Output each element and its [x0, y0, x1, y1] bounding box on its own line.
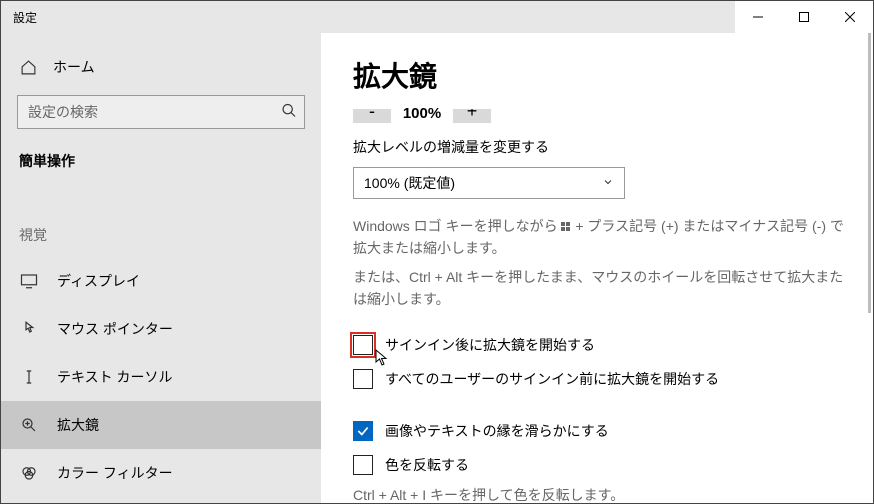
page-title: 拡大鏡: [353, 55, 851, 95]
sidebar-item-mouse-pointer[interactable]: マウス ポインター: [1, 305, 321, 353]
sidebar: ホーム 簡単操作 視覚 ディスプレイ: [1, 33, 321, 503]
check-start-before-signin[interactable]: すべてのユーザーのサインイン前に拡大鏡を開始する: [353, 369, 851, 389]
sidebar-item-label: カラー フィルター: [57, 463, 173, 483]
sidebar-item-text-cursor[interactable]: テキスト カーソル: [1, 353, 321, 401]
checkbox[interactable]: [353, 455, 373, 475]
sidebar-item-label: 拡大鏡: [57, 415, 99, 435]
increment-label: 拡大レベルの増減量を変更する: [353, 137, 851, 157]
pointer-icon: [19, 320, 39, 338]
hint-line-2: または、Ctrl + Alt キーを押したまま、マウスのホイールを回転させて拡大…: [353, 266, 851, 311]
search-icon: [281, 103, 297, 122]
checkbox[interactable]: [353, 369, 373, 389]
section-label: 簡単操作: [1, 151, 321, 195]
windows-key-icon: [561, 222, 571, 232]
window-title: 設定: [1, 9, 37, 26]
hint-line-1: Windows ロゴ キーを押しながら + プラス記号 (+) またはマイナス記…: [353, 215, 851, 260]
display-icon: [19, 272, 39, 290]
maximize-button[interactable]: [781, 1, 827, 33]
check-smooth-edges[interactable]: 画像やテキストの縁を滑らかにする: [353, 421, 851, 441]
chevron-down-icon: [602, 175, 614, 191]
settings-window: 設定 ホーム: [0, 0, 874, 504]
close-button[interactable]: [827, 1, 873, 33]
checkbox-label: 色を反転する: [385, 455, 469, 475]
sidebar-item-display[interactable]: ディスプレイ: [1, 257, 321, 305]
increment-select[interactable]: 100% (既定値): [353, 167, 625, 199]
magnifier-icon: [19, 416, 39, 434]
hint-block: Windows ロゴ キーを押しながら + プラス記号 (+) またはマイナス記…: [353, 215, 851, 311]
checkbox-label: すべてのユーザーのサインイン前に拡大鏡を開始する: [385, 369, 719, 389]
sidebar-item-label: テキスト カーソル: [57, 367, 172, 387]
zoom-value: 100%: [391, 99, 453, 125]
home-link[interactable]: ホーム: [1, 51, 321, 95]
window-controls: [735, 1, 873, 33]
check-invert-colors[interactable]: 色を反転する: [353, 455, 851, 475]
group-header-vision: 視覚: [1, 225, 321, 257]
search-wrap: [17, 95, 305, 129]
color-filter-icon: [19, 464, 39, 482]
content-pane: 拡大鏡 - 100% + 拡大レベルの増減量を変更する 100% (既定値) W…: [321, 33, 873, 503]
sidebar-item-label: マウス ポインター: [57, 319, 173, 339]
scrollbar[interactable]: [868, 33, 871, 313]
checkbox-label: サインイン後に拡大鏡を開始する: [385, 335, 595, 355]
text-cursor-icon: [19, 368, 39, 386]
checkbox[interactable]: [353, 421, 373, 441]
check-start-after-signin[interactable]: サインイン後に拡大鏡を開始する: [353, 335, 851, 355]
search-input[interactable]: [17, 95, 305, 129]
checkbox[interactable]: [353, 335, 373, 355]
checkbox-label: 画像やテキストの縁を滑らかにする: [385, 421, 609, 441]
window-body: ホーム 簡単操作 視覚 ディスプレイ: [1, 33, 873, 503]
sidebar-item-color-filters[interactable]: カラー フィルター: [1, 449, 321, 497]
select-value: 100% (既定値): [364, 173, 455, 193]
home-label: ホーム: [53, 57, 95, 77]
sidebar-item-magnifier[interactable]: 拡大鏡: [1, 401, 321, 449]
titlebar: 設定: [1, 1, 873, 33]
sidebar-item-label: ディスプレイ: [57, 271, 140, 291]
invert-hint: Ctrl + Alt + I キーを押して色を反転します。: [353, 485, 851, 503]
home-icon: [19, 59, 37, 76]
minimize-button[interactable]: [735, 1, 781, 33]
